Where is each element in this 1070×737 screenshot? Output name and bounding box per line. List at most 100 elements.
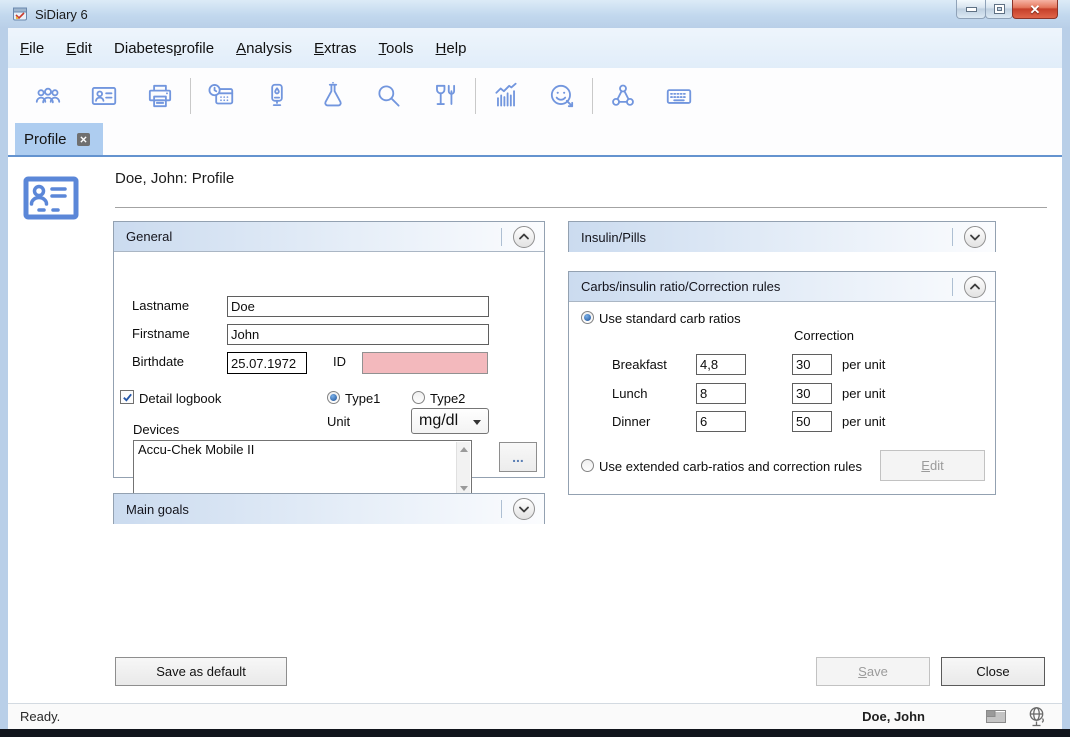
- toolbar: Tell a friend >: [8, 68, 1062, 123]
- carb-ratios-header: Carbs/insulin ratio/Correction rules: [569, 272, 995, 302]
- unit-dropdown-value: mg/dl: [419, 412, 458, 430]
- minimize-button[interactable]: [956, 0, 986, 19]
- chevron-down-icon: [968, 231, 982, 243]
- statusbar-user: Doe, John: [862, 709, 925, 724]
- firstname-input[interactable]: [227, 324, 489, 345]
- search-icon[interactable]: [361, 78, 417, 114]
- dinner-ratio-input[interactable]: [696, 411, 746, 432]
- type1-radio[interactable]: [327, 391, 340, 404]
- scroll-up-icon[interactable]: [460, 447, 468, 452]
- standard-carb-ratios-radio[interactable]: [581, 311, 594, 324]
- extended-carb-ratios-radio[interactable]: [581, 459, 594, 472]
- save-as-default-button[interactable]: Save as default: [115, 657, 287, 686]
- birthdate-label: Birthdate: [132, 354, 184, 369]
- window-bottom-border: [0, 729, 1070, 737]
- carb-ratios-title: Carbs/insulin ratio/Correction rules: [581, 279, 780, 294]
- type2-radio[interactable]: [412, 391, 425, 404]
- print-icon[interactable]: [132, 78, 188, 114]
- main-goals-expand-button[interactable]: [513, 498, 535, 520]
- lunch-correction-input[interactable]: [792, 383, 832, 404]
- standard-carb-ratios-label: Use standard carb ratios: [599, 311, 741, 326]
- device-list-item[interactable]: Accu-Chek Mobile II: [134, 441, 471, 458]
- main-goals-header: Main goals: [114, 494, 544, 524]
- insulin-pills-expand-button[interactable]: [964, 226, 986, 248]
- titlebar: SiDiary 6 ✕: [0, 0, 1070, 28]
- keyboard-icon[interactable]: [651, 78, 707, 114]
- wellness-smiley-icon[interactable]: [534, 78, 590, 114]
- detail-logbook-label: Detail logbook: [139, 391, 221, 406]
- type1-label: Type1: [345, 391, 380, 406]
- breakfast-correction-input[interactable]: [792, 354, 832, 375]
- header-separator: [501, 500, 502, 518]
- correction-column-header: Correction: [794, 328, 854, 343]
- menu-analysis[interactable]: Analysis: [225, 37, 303, 60]
- general-collapse-button[interactable]: [513, 226, 535, 248]
- close-window-button[interactable]: ✕: [1012, 0, 1058, 19]
- lab-flask-icon[interactable]: [305, 78, 361, 114]
- devices-listbox[interactable]: Accu-Chek Mobile II: [133, 440, 472, 498]
- tabstrip: Profile: [8, 123, 1062, 157]
- maximize-button[interactable]: [985, 0, 1013, 19]
- carb-ratios-panel: Carbs/insulin ratio/Correction rules Use…: [568, 271, 996, 495]
- window-controls: ✕: [957, 0, 1058, 19]
- lastname-label: Lastname: [132, 298, 189, 313]
- patients-icon[interactable]: [20, 78, 76, 114]
- menubar: File Edit Diabetesprofile Analysis Extra…: [8, 28, 1062, 68]
- carb-ratios-collapse-button[interactable]: [964, 276, 986, 298]
- app-icon: [12, 6, 28, 22]
- header-separator: [501, 228, 502, 246]
- insulin-pills-panel: Insulin/Pills: [568, 221, 996, 252]
- statusbar: Ready. Doe, John: [8, 703, 1062, 729]
- general-panel: General Lastname Firstname Birthdate ID: [113, 221, 545, 478]
- close-button[interactable]: Close: [941, 657, 1045, 686]
- logbook-calendar-icon[interactable]: [193, 78, 249, 114]
- main-goals-title: Main goals: [126, 502, 189, 517]
- unit-dropdown[interactable]: mg/dl: [411, 408, 489, 434]
- app-window: SiDiary 6 ✕ File Edit Diabetesprofile An…: [0, 0, 1070, 737]
- birthdate-input[interactable]: [227, 352, 307, 374]
- nutrition-icon[interactable]: [417, 78, 473, 114]
- toolbar-separator: [592, 78, 593, 114]
- menu-extras[interactable]: Extras: [303, 37, 368, 60]
- share-icon[interactable]: [595, 78, 651, 114]
- us-flag-icon[interactable]: [986, 710, 1006, 728]
- main-goals-panel: Main goals: [113, 493, 545, 524]
- firstname-label: Firstname: [132, 326, 190, 341]
- chevron-down-icon: [473, 420, 481, 425]
- chevron-up-icon: [968, 281, 982, 293]
- menu-file[interactable]: File: [9, 37, 55, 60]
- insulin-pills-title: Insulin/Pills: [581, 230, 646, 245]
- lunch-ratio-input[interactable]: [696, 383, 746, 404]
- insulin-pills-header: Insulin/Pills: [569, 222, 995, 252]
- header-separator: [952, 228, 953, 246]
- window-title: SiDiary 6: [35, 7, 88, 22]
- devices-more-button[interactable]: ...: [499, 442, 537, 472]
- dinner-per-unit-label: per unit: [842, 414, 885, 429]
- devices-scrollbar[interactable]: [456, 442, 470, 496]
- menu-help[interactable]: Help: [425, 37, 478, 60]
- toolbar-separator: [190, 78, 191, 114]
- menu-edit[interactable]: Edit: [55, 37, 103, 60]
- general-panel-header: General: [114, 222, 544, 252]
- edit-button[interactable]: Edit: [880, 450, 985, 481]
- glucose-meter-icon[interactable]: [249, 78, 305, 114]
- tab-profile[interactable]: Profile: [15, 123, 103, 155]
- id-input[interactable]: [362, 352, 488, 374]
- lastname-input[interactable]: [227, 296, 489, 317]
- statistics-icon[interactable]: [478, 78, 534, 114]
- scroll-down-icon[interactable]: [460, 486, 468, 491]
- menu-diabetesprofile[interactable]: Diabetesprofile: [103, 37, 225, 60]
- chevron-up-icon: [517, 231, 531, 243]
- close-icon: ✕: [1030, 3, 1041, 16]
- breakfast-label: Breakfast: [612, 357, 667, 372]
- breakfast-ratio-input[interactable]: [696, 354, 746, 375]
- save-button[interactable]: Save: [816, 657, 930, 686]
- profile-page: Doe, John: Profile General Lastname Firs…: [8, 157, 1062, 703]
- profile-card-icon[interactable]: [76, 78, 132, 114]
- tab-close-button[interactable]: [77, 133, 90, 146]
- breakfast-per-unit-label: per unit: [842, 357, 885, 372]
- detail-logbook-checkbox[interactable]: [120, 390, 134, 404]
- maximize-icon: [995, 5, 1004, 13]
- menu-tools[interactable]: Tools: [368, 37, 425, 60]
- dinner-correction-input[interactable]: [792, 411, 832, 432]
